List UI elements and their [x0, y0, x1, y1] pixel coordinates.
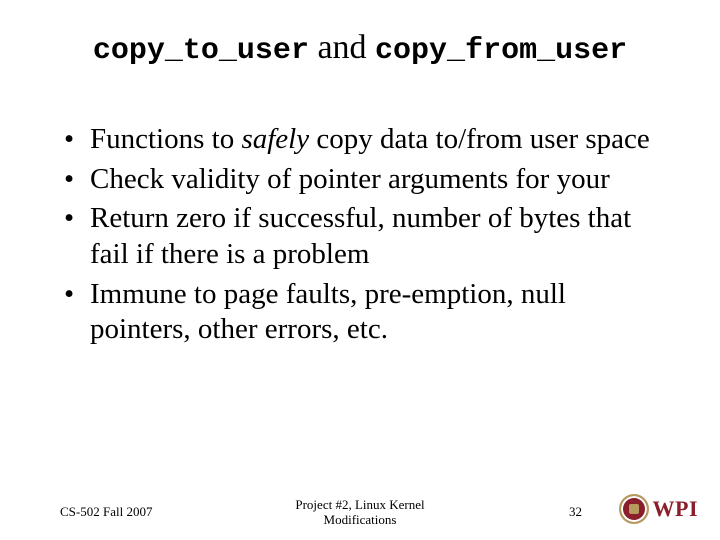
list-item: Check validity of pointer arguments for …: [60, 162, 670, 198]
list-item: Functions to safely copy data to/from us…: [60, 122, 670, 158]
footer-page-number: 32: [569, 504, 582, 520]
list-item: Immune to page faults, pre-emption, null…: [60, 277, 670, 348]
title-code-1: copy_to_user: [93, 34, 309, 68]
slide-body: Functions to safely copy data to/from us…: [60, 122, 670, 352]
list-item: Return zero if successful, number of byt…: [60, 201, 670, 272]
slide: copy_to_user and copy_from_user Function…: [0, 0, 720, 540]
bullet-text: Immune to page faults, pre-emption, null…: [90, 278, 566, 346]
footer-project: Project #2, Linux Kernel Modifications: [0, 497, 720, 528]
bullet-text: Check validity of pointer arguments for …: [90, 163, 610, 195]
footer-project-line1: Project #2, Linux Kernel: [295, 497, 424, 512]
wpi-seal-icon: [619, 494, 649, 524]
title-code-2: copy_from_user: [375, 34, 627, 68]
bullet-text: Return zero if successful, number of byt…: [90, 202, 631, 270]
title-connector: and: [309, 29, 375, 66]
slide-title: copy_to_user and copy_from_user: [0, 28, 720, 69]
footer-project-line2: Modifications: [324, 512, 397, 527]
slide-footer: CS-502 Fall 2007 Project #2, Linux Kerne…: [0, 488, 720, 528]
wpi-logo-text: WPI: [653, 496, 699, 522]
bullet-emph: safely: [241, 123, 309, 155]
bullet-list: Functions to safely copy data to/from us…: [60, 122, 670, 348]
bullet-text: copy data to/from user space: [309, 123, 650, 155]
bullet-text: Functions to: [90, 123, 241, 155]
wpi-logo: WPI: [619, 494, 699, 524]
